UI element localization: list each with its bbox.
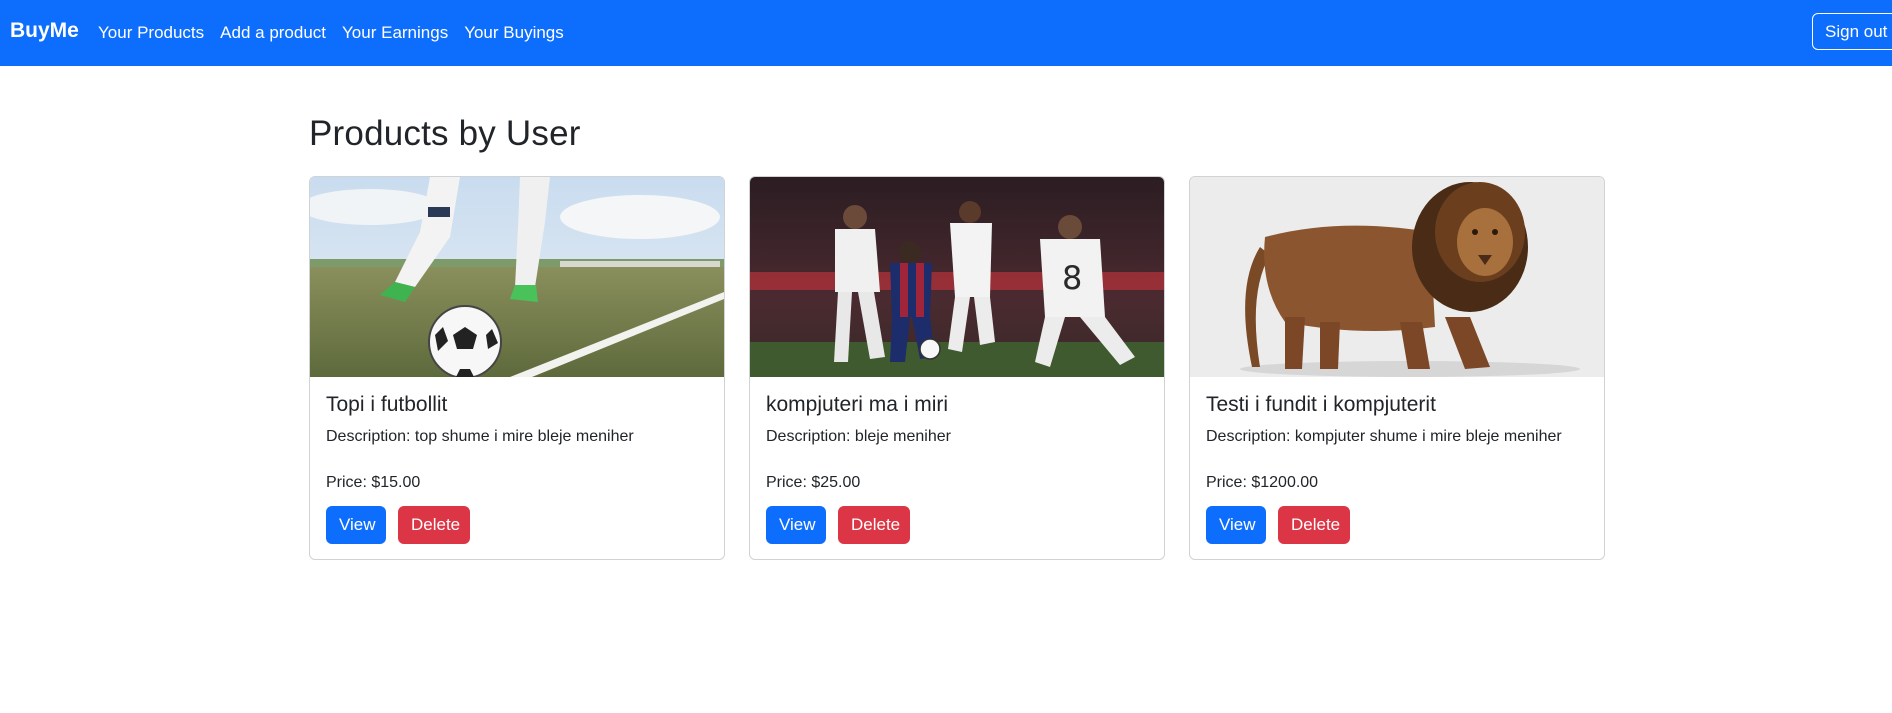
product-card: Topi i futbollit Description: top shume … bbox=[309, 176, 725, 560]
product-price: Price: $15.00 bbox=[326, 474, 421, 491]
product-title: Testi i fundit i kompjuterit bbox=[1206, 393, 1436, 416]
nav-link-add-product[interactable]: Add a product bbox=[220, 23, 326, 43]
svg-text:8: 8 bbox=[1062, 259, 1082, 297]
view-button[interactable]: View bbox=[766, 506, 826, 544]
nav-link-your-buyings[interactable]: Your Buyings bbox=[464, 23, 564, 43]
sign-out-button[interactable]: Sign out bbox=[1812, 13, 1892, 50]
soccer-ball-photo-icon bbox=[310, 177, 724, 377]
product-image bbox=[310, 177, 724, 377]
delete-button[interactable]: Delete bbox=[838, 506, 910, 544]
separator bbox=[386, 524, 398, 526]
product-image bbox=[1190, 177, 1604, 377]
product-description: Description: bleje meniher bbox=[766, 428, 951, 445]
delete-button[interactable]: Delete bbox=[398, 506, 470, 544]
product-title: Topi i futbollit bbox=[326, 393, 448, 416]
separator bbox=[826, 524, 838, 526]
brand-logo[interactable]: BuyMe bbox=[10, 19, 79, 43]
card-actions: View Delete bbox=[1206, 506, 1588, 544]
product-image: 8 bbox=[750, 177, 1164, 377]
product-card: 8 kompjuteri ma i miri Description: blej… bbox=[749, 176, 1165, 560]
nav-links: Your Products Add a product Your Earning… bbox=[98, 0, 580, 66]
product-price: Price: $25.00 bbox=[766, 474, 861, 491]
card-body: kompjuteri ma i miri Description: bleje … bbox=[766, 393, 1148, 544]
product-card: Testi i fundit i kompjuterit Description… bbox=[1189, 176, 1605, 560]
card-actions: View Delete bbox=[766, 506, 1148, 544]
view-button[interactable]: View bbox=[1206, 506, 1266, 544]
page-title: Products by User bbox=[309, 114, 581, 153]
product-description: Description: top shume i mire bleje meni… bbox=[326, 428, 634, 445]
card-body: Topi i futbollit Description: top shume … bbox=[326, 393, 708, 544]
nav-link-your-products[interactable]: Your Products bbox=[98, 23, 204, 43]
soccer-players-photo-icon: 8 bbox=[750, 177, 1164, 377]
lion-photo-icon bbox=[1190, 177, 1604, 377]
separator bbox=[1266, 524, 1278, 526]
card-actions: View Delete bbox=[326, 506, 708, 544]
view-button[interactable]: View bbox=[326, 506, 386, 544]
product-price: Price: $1200.00 bbox=[1206, 474, 1319, 491]
top-navbar: BuyMe Your Products Add a product Your E… bbox=[0, 0, 1892, 66]
product-description: Description: kompjuter shume i mire blej… bbox=[1206, 428, 1562, 445]
delete-button[interactable]: Delete bbox=[1278, 506, 1350, 544]
nav-link-your-earnings[interactable]: Your Earnings bbox=[342, 23, 448, 43]
card-body: Testi i fundit i kompjuterit Description… bbox=[1206, 393, 1588, 544]
product-title: kompjuteri ma i miri bbox=[766, 393, 949, 416]
